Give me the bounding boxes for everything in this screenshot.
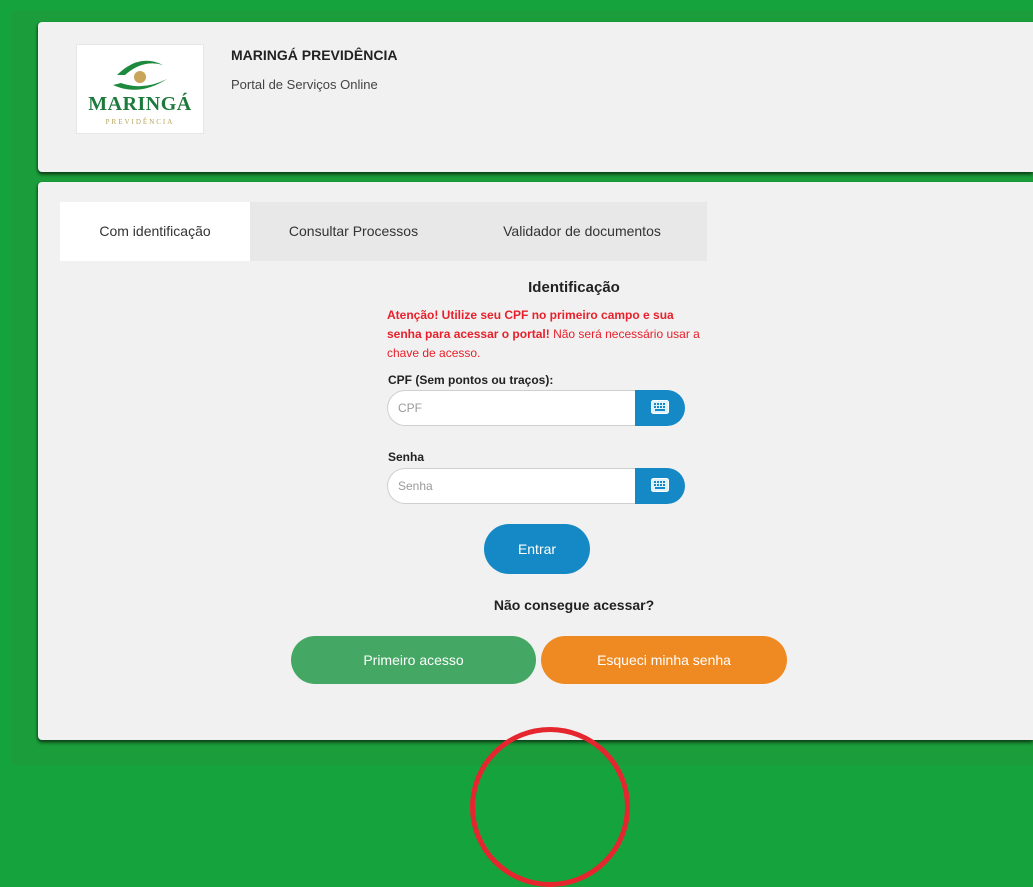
keyboard-icon — [651, 478, 669, 492]
keyboard-icon — [651, 400, 669, 414]
org-name: MARINGÁ PREVIDÊNCIA — [231, 47, 398, 63]
password-label: Senha — [388, 450, 425, 464]
maringa-logo: MARINGÁ PREVIDÊNCIA — [76, 44, 204, 134]
password-virtual-keyboard-button[interactable] — [635, 468, 685, 504]
login-form: Identificação Atenção! Utilize seu CPF n… — [38, 182, 1033, 740]
entrar-button[interactable]: Entrar — [484, 524, 590, 574]
cpf-virtual-keyboard-button[interactable] — [635, 390, 685, 426]
header-card: MARINGÁ PREVIDÊNCIA MARINGÁ PREVIDÊNCIA … — [38, 22, 1033, 172]
password-input-group — [387, 468, 685, 504]
highlight-circle — [470, 727, 630, 887]
form-title: Identificação — [528, 279, 620, 296]
portal-subtitle: Portal de Serviços Online — [231, 77, 378, 92]
logo-text: MARINGÁ — [88, 93, 192, 115]
warning-message: Atenção! Utilize seu CPF no primeiro cam… — [387, 306, 707, 363]
primeiro-acesso-button[interactable]: Primeiro acesso — [291, 636, 536, 684]
cpf-input-group — [387, 390, 685, 426]
cpf-label: CPF (Sem pontos ou traços): — [388, 373, 554, 387]
logo-emblem-icon — [113, 60, 167, 90]
cpf-input[interactable] — [387, 390, 646, 426]
logo-subtext: PREVIDÊNCIA — [105, 118, 175, 126]
help-title: Não consegue acessar? — [493, 597, 655, 613]
esqueci-senha-button[interactable]: Esqueci minha senha — [541, 636, 787, 684]
login-card: Com identificação Consultar Processos Va… — [38, 182, 1033, 740]
password-input[interactable] — [387, 468, 646, 504]
